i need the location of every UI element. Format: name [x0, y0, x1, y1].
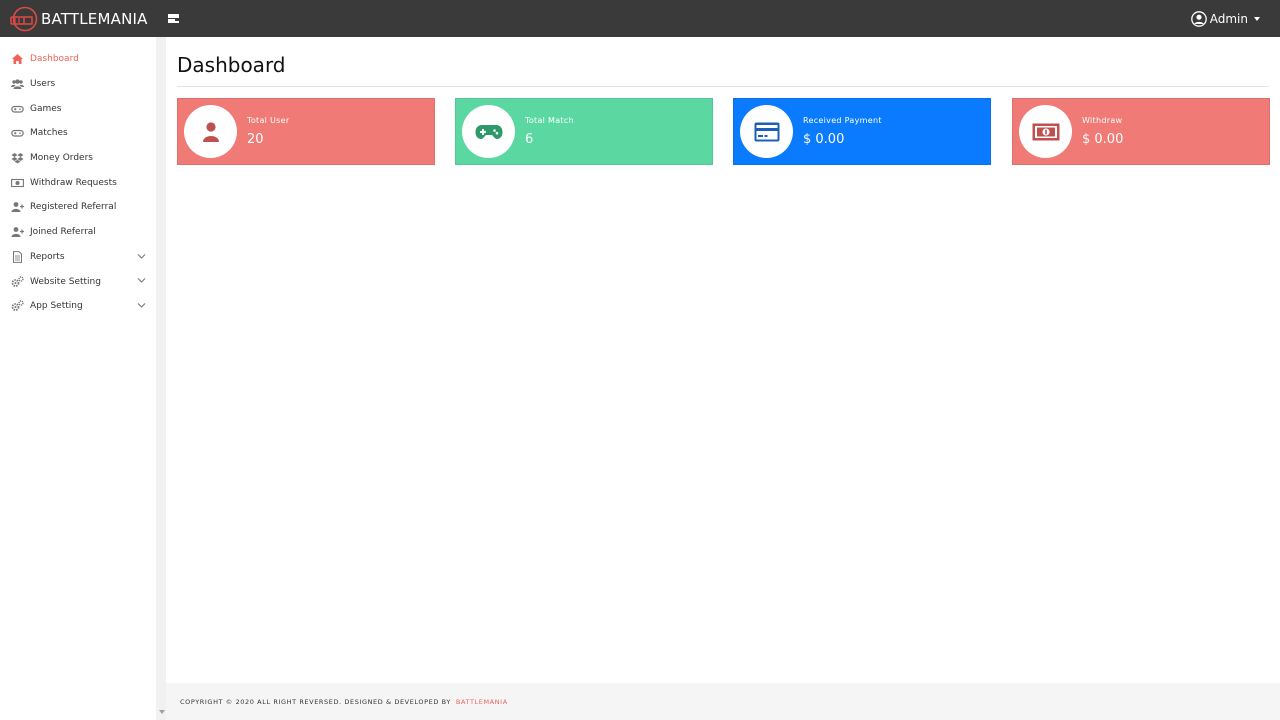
- card-label: Total Match: [525, 116, 574, 125]
- sidebar-item-website-setting[interactable]: Website Setting: [0, 269, 156, 294]
- caret-down-icon: [1254, 16, 1260, 21]
- sidebar-item-label: Website Setting: [30, 276, 101, 287]
- card-icon-circle: [740, 105, 793, 158]
- sidebar: Dashboard Users Games Matches Money Orde…: [0, 37, 156, 720]
- stat-card-withdraw[interactable]: Withdraw $ 0.00: [1012, 98, 1270, 165]
- card-text: Total User 20: [247, 116, 289, 147]
- sidebar-item-label: App Setting: [30, 301, 83, 312]
- sidebar-item-label: Money Orders: [30, 153, 93, 164]
- cogs-icon: [11, 300, 24, 312]
- footer-copyright: COPYRIGHT © 2020 ALL RIGHT REVERSED. DES…: [180, 697, 451, 706]
- top-navbar: BATTLEMANIA Admin: [0, 0, 1280, 37]
- card-icon-circle: [1019, 105, 1072, 158]
- sidebar-item-registered-referral[interactable]: Registered Referral: [0, 195, 156, 220]
- credit-card-icon: [754, 122, 779, 141]
- sidebar-scrollbar[interactable]: [156, 37, 166, 720]
- sidebar-item-withdraw-requests[interactable]: Withdraw Requests: [0, 170, 156, 195]
- cogs-icon: [11, 275, 24, 287]
- file-icon: [13, 250, 22, 263]
- battlemania-logo-icon: [10, 6, 38, 31]
- footer: COPYRIGHT © 2020 ALL RIGHT REVERSED. DES…: [166, 683, 1280, 720]
- chevron-down-icon: [137, 253, 146, 259]
- sidebar-item-dashboard[interactable]: Dashboard: [0, 47, 156, 72]
- title-divider: [177, 86, 1269, 87]
- money-bill-icon: [11, 178, 24, 187]
- gamepad-icon: [11, 130, 24, 138]
- sidebar-item-money-orders[interactable]: Money Orders: [0, 146, 156, 171]
- sidebar-item-games[interactable]: Games: [0, 96, 156, 121]
- brand-logo[interactable]: BATTLEMANIA: [10, 6, 148, 32]
- card-value: $ 0.00: [1082, 132, 1124, 147]
- card-text: Total Match 6: [525, 116, 574, 147]
- card-icon-circle: [184, 105, 237, 158]
- gamepad-icon: [11, 105, 24, 113]
- card-text: Withdraw $ 0.00: [1082, 116, 1123, 147]
- card-value: 20: [247, 132, 264, 147]
- dropbox-icon: [11, 153, 24, 164]
- card-label: Withdraw: [1082, 116, 1123, 125]
- gamepad-icon: [475, 124, 502, 139]
- stat-card-total-user[interactable]: Total User 20: [177, 98, 435, 165]
- sidebar-item-users[interactable]: Users: [0, 72, 156, 97]
- main-content: Dashboard Total User 20 Total Match 6 Re…: [166, 37, 1280, 683]
- sidebar-item-app-setting[interactable]: App Setting: [0, 294, 156, 319]
- sidebar-item-label: Dashboard: [30, 54, 79, 65]
- footer-brand-link[interactable]: BATTLEMANIA: [456, 698, 508, 706]
- home-icon: [12, 54, 23, 65]
- user-icon: [202, 121, 219, 142]
- sidebar-item-label: Matches: [30, 128, 68, 139]
- card-value: $ 0.00: [803, 132, 845, 147]
- chevron-down-icon: [137, 278, 146, 283]
- user-circle-icon: [1190, 10, 1207, 27]
- sidebar-item-matches[interactable]: Matches: [0, 121, 156, 146]
- sidebar-nav: Dashboard Users Games Matches Money Orde…: [0, 37, 156, 319]
- sidebar-item-joined-referral[interactable]: Joined Referral: [0, 220, 156, 245]
- menu-toggle-icon[interactable]: [167, 13, 179, 24]
- money-bill-icon: [1032, 123, 1059, 140]
- card-label: Total User: [247, 116, 290, 125]
- sidebar-item-label: Games: [30, 103, 62, 114]
- admin-username: Admin: [1209, 11, 1248, 26]
- stat-card-received-payment[interactable]: Received Payment $ 0.00: [733, 98, 991, 165]
- user-plus-icon: [11, 202, 24, 213]
- chevron-down-icon: [137, 302, 146, 308]
- card-text: Received Payment $ 0.00: [803, 116, 882, 147]
- scroll-down-arrow-icon[interactable]: [159, 710, 165, 714]
- card-value: 6: [525, 132, 534, 147]
- stat-card-total-match[interactable]: Total Match 6: [455, 98, 713, 165]
- card-label: Received Payment: [803, 116, 882, 125]
- sidebar-item-label: Registered Referral: [30, 202, 117, 213]
- sidebar-item-label: Reports: [30, 251, 65, 262]
- sidebar-item-label: Users: [30, 79, 56, 90]
- user-plus-icon: [11, 227, 24, 238]
- admin-user-menu[interactable]: Admin: [1190, 0, 1260, 37]
- card-icon-circle: [462, 105, 515, 158]
- sidebar-item-reports[interactable]: Reports: [0, 245, 156, 270]
- brand-name: BATTLEMANIA: [41, 9, 148, 28]
- sidebar-item-label: Joined Referral: [30, 227, 96, 238]
- page-title: Dashboard: [177, 53, 286, 77]
- sidebar-item-label: Withdraw Requests: [30, 177, 117, 188]
- users-icon: [11, 79, 24, 90]
